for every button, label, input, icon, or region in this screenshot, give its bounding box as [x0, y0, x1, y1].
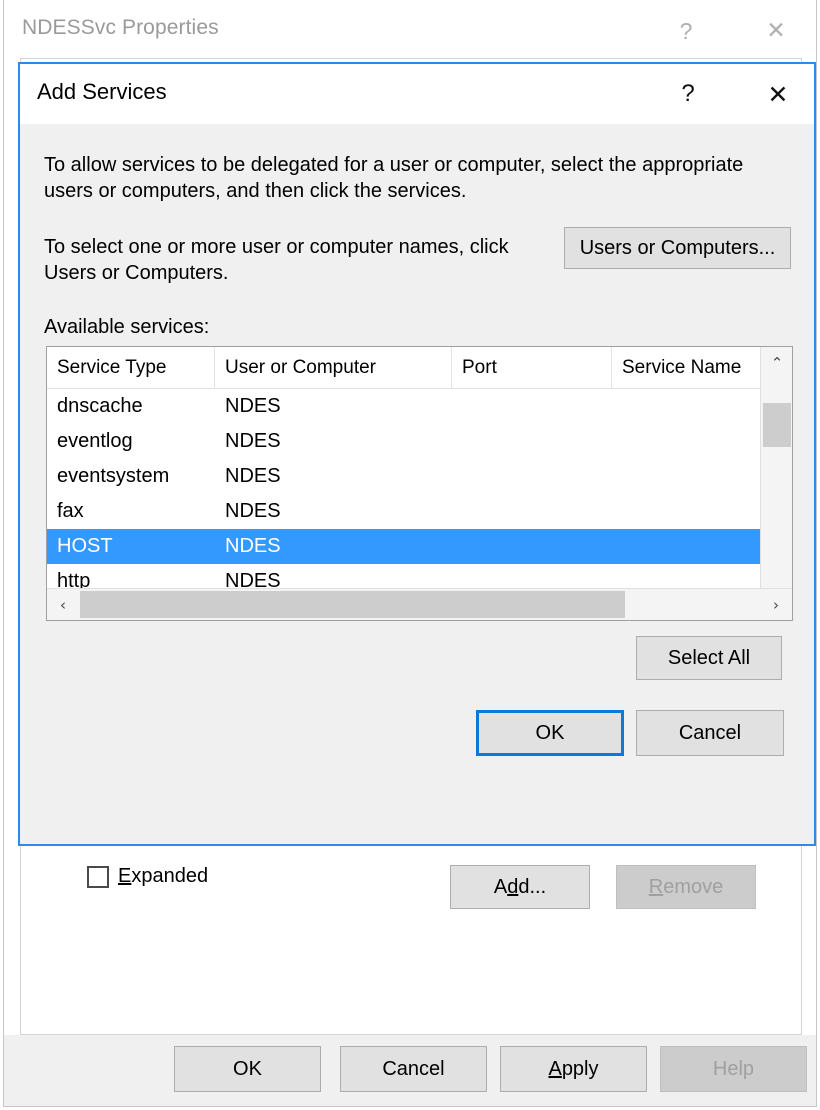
scroll-left-icon[interactable]: ‹ — [47, 589, 79, 620]
add-services-dialog: Add Services ? ✕ To allow services to be… — [18, 62, 816, 846]
remove-mnemonic: R — [649, 876, 663, 899]
add-services-title: Add Services — [37, 79, 167, 105]
available-services-listview[interactable]: Service Type User or Computer Port Servi… — [46, 346, 793, 621]
window-title: NDESSvc Properties — [22, 16, 219, 40]
column-header-service-type[interactable]: Service Type — [47, 347, 215, 388]
listview-rows: dnscacheNDESeventlogNDESeventsystemNDESf… — [47, 389, 760, 620]
add-services-body: To allow services to be delegated for a … — [20, 124, 814, 844]
table-row[interactable]: HOST NDES — [47, 529, 760, 564]
cell-service-type: eventsystem — [57, 465, 169, 488]
cell-service-type: dnscache — [57, 395, 143, 418]
horizontal-scrollbar[interactable]: ‹ › — [47, 588, 792, 620]
intro-text: To allow services to be delegated for a … — [44, 152, 796, 205]
table-row[interactable]: eventlog NDES — [47, 424, 760, 459]
expanded-checkbox-label: Expanded — [118, 865, 208, 888]
add-mnemonic: d — [507, 876, 518, 899]
users-or-computers-button[interactable]: Users or Computers... — [564, 227, 791, 269]
help-icon[interactable]: ? — [662, 73, 714, 115]
cell-user-or-computer: NDES — [225, 465, 281, 488]
cell-user-or-computer: NDES — [225, 500, 281, 523]
add-label-rest: d... — [518, 876, 546, 899]
column-header-user-or-computer[interactable]: User or Computer — [215, 347, 452, 388]
cell-user-or-computer: NDES — [225, 535, 281, 558]
table-row[interactable]: dnscache NDES — [47, 389, 760, 424]
select-all-button[interactable]: Select All — [636, 636, 782, 680]
cell-user-or-computer: NDES — [225, 395, 281, 418]
table-row[interactable]: eventsystem NDES — [47, 459, 760, 494]
table-row[interactable]: fax NDES — [47, 494, 760, 529]
cancel-button[interactable]: Cancel — [636, 710, 784, 756]
close-icon[interactable]: ✕ — [752, 73, 804, 115]
remove-button: Remove — [616, 865, 756, 909]
vertical-scrollbar-thumb[interactable] — [763, 403, 791, 447]
outer-titlebar: NDESSvc Properties ? ✕ — [4, 0, 816, 58]
expanded-mnemonic: E — [118, 865, 131, 887]
ok-button[interactable]: OK — [174, 1046, 321, 1092]
column-header-port[interactable]: Port — [452, 347, 612, 388]
close-icon[interactable]: ✕ — [750, 10, 802, 52]
help-button: Help — [660, 1046, 807, 1092]
ok-button[interactable]: OK — [476, 710, 624, 756]
add-services-titlebar: Add Services ? ✕ — [20, 64, 814, 124]
vertical-scrollbar[interactable]: ⌃ ⌄ — [760, 347, 792, 620]
available-services-label: Available services: — [44, 314, 209, 340]
expanded-label-rest: xpanded — [131, 865, 208, 887]
scroll-right-icon[interactable]: › — [760, 589, 792, 620]
cancel-button[interactable]: Cancel — [340, 1046, 487, 1092]
add-label-prefix: A — [494, 876, 507, 899]
apply-button[interactable]: Apply — [500, 1046, 647, 1092]
apply-mnemonic: A — [548, 1058, 561, 1081]
cell-service-type: HOST — [57, 535, 113, 558]
horizontal-scrollbar-thumb[interactable] — [80, 591, 625, 618]
scroll-up-icon[interactable]: ⌃ — [761, 347, 793, 379]
help-icon[interactable]: ? — [660, 10, 712, 52]
apply-label-rest: pply — [562, 1058, 599, 1081]
cell-service-type: fax — [57, 500, 84, 523]
add-button[interactable]: Add... — [450, 865, 590, 909]
remove-label-rest: emove — [663, 876, 723, 899]
expanded-checkbox-row[interactable]: Expanded — [87, 865, 208, 888]
cell-service-type: eventlog — [57, 430, 133, 453]
ndessvc-properties-window: NDESSvc Properties ? ✕ Expanded Add... R… — [3, 0, 817, 1107]
select-instructions-text: To select one or more user or computer n… — [44, 234, 549, 287]
expanded-checkbox[interactable] — [87, 866, 109, 888]
cell-user-or-computer: NDES — [225, 430, 281, 453]
listview-header: Service Type User or Computer Port Servi… — [47, 347, 792, 389]
